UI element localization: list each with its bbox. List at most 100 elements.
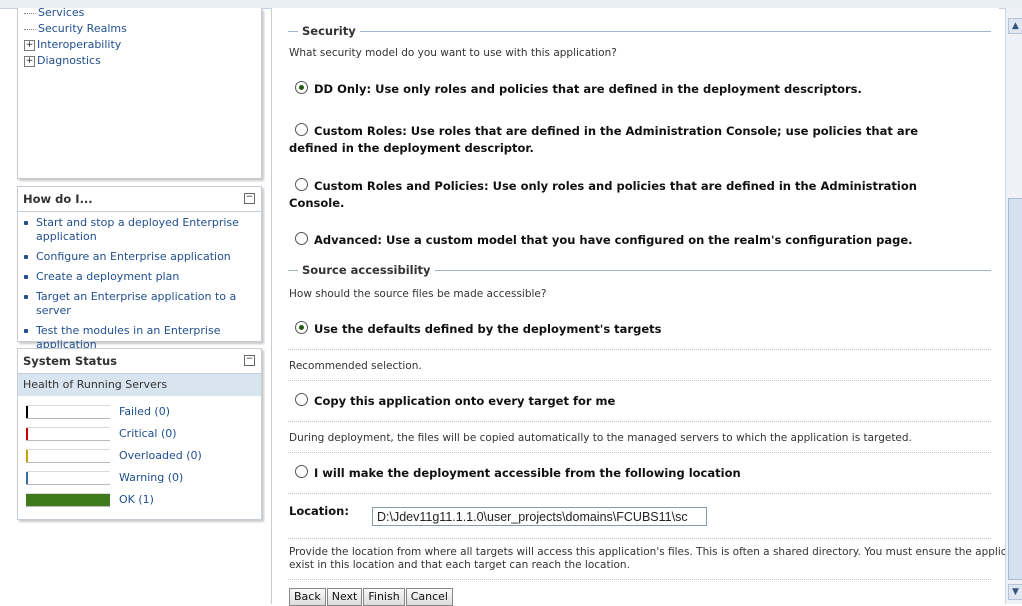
howdoi-link-target[interactable]: Target an Enterprise application to a se… bbox=[18, 290, 261, 318]
radio-label-cont: defined in the deployment descriptor. bbox=[289, 141, 534, 155]
status-bar-fill bbox=[26, 494, 110, 506]
status-bar-fill bbox=[26, 450, 28, 462]
status-row: OK (1) bbox=[26, 492, 256, 508]
security-question: What security model do you want to use w… bbox=[289, 47, 617, 59]
expand-icon[interactable]: + bbox=[24, 39, 35, 51]
dotted-separator bbox=[288, 349, 991, 350]
panel-title: System Status bbox=[23, 354, 117, 368]
dotted-separator bbox=[288, 421, 991, 422]
main-content: Security What security model do you want… bbox=[271, 8, 1022, 606]
tree-item-label: Diagnostics bbox=[37, 54, 101, 67]
radio-custom-roles-policies[interactable]: Custom Roles and Policies: Use only role… bbox=[289, 178, 917, 212]
radio-button[interactable] bbox=[295, 321, 308, 334]
status-bar-fill bbox=[26, 472, 28, 484]
section-divider bbox=[288, 31, 991, 32]
location-help: Provide the location from where all targ… bbox=[289, 546, 1022, 572]
help-line: Provide the location from where all targ… bbox=[289, 546, 1022, 558]
status-label[interactable]: Failed (0) bbox=[119, 404, 170, 420]
dotted-separator bbox=[288, 452, 991, 453]
scroll-down-icon[interactable]: ▼ bbox=[1008, 584, 1022, 600]
tree-item-label: Security Realms bbox=[38, 22, 127, 35]
section-title: Source accessibility bbox=[298, 263, 435, 277]
status-bar bbox=[26, 449, 110, 463]
radio-label: Use the defaults defined by the deployme… bbox=[314, 322, 662, 336]
dotted-separator bbox=[288, 493, 991, 494]
radio-dd-only[interactable]: DD Only: Use only roles and policies tha… bbox=[289, 81, 862, 98]
radio-label: DD Only: Use only roles and policies tha… bbox=[314, 82, 862, 96]
health-of-running-servers: Health of Running Servers bbox=[18, 374, 261, 396]
dotted-separator bbox=[288, 538, 991, 539]
radio-copy-to-targets[interactable]: Copy this application onto every target … bbox=[289, 393, 615, 410]
domain-structure-tree: Services Security Realms + Interoperabili… bbox=[17, 5, 262, 179]
status-row: Critical (0) bbox=[26, 426, 256, 442]
radio-button[interactable] bbox=[295, 178, 308, 191]
radio-label: Copy this application onto every target … bbox=[314, 394, 616, 408]
security-section-header: Security bbox=[288, 24, 991, 38]
status-label[interactable]: Overloaded (0) bbox=[119, 448, 202, 464]
status-bar bbox=[26, 493, 110, 507]
wizard-buttons: Back Next Finish Cancel bbox=[289, 588, 454, 606]
radio-label: Custom Roles: Use roles that are defined… bbox=[314, 124, 919, 138]
source-section-header: Source accessibility bbox=[288, 263, 991, 277]
tree-connector bbox=[24, 12, 36, 14]
howdoi-link-deployment-plan[interactable]: Create a deployment plan bbox=[18, 270, 261, 284]
radio-advanced[interactable]: Advanced: Use a custom model that you ha… bbox=[289, 232, 913, 249]
status-label[interactable]: Warning (0) bbox=[119, 470, 183, 486]
location-input[interactable]: D:\Jdev11g11.1.1.0\user_projects\domains… bbox=[372, 507, 707, 526]
location-label: Location: bbox=[289, 504, 349, 518]
howdoi-link-configure[interactable]: Configure an Enterprise application bbox=[18, 250, 261, 264]
status-bar-fill bbox=[26, 428, 28, 440]
radio-use-defaults[interactable]: Use the defaults defined by the deployme… bbox=[289, 321, 661, 338]
radio-label: I will make the deployment accessible fr… bbox=[314, 466, 741, 480]
status-label[interactable]: Critical (0) bbox=[119, 426, 177, 442]
radio-button[interactable] bbox=[295, 123, 308, 136]
panel-title: How do I... bbox=[23, 192, 93, 206]
radio-button[interactable] bbox=[295, 465, 308, 478]
next-button[interactable]: Next bbox=[326, 588, 363, 606]
status-bar-fill bbox=[26, 406, 28, 418]
radio-button[interactable] bbox=[295, 393, 308, 406]
help-line: exist in this location and that each tar… bbox=[289, 559, 630, 571]
tree-item-services[interactable]: Services bbox=[24, 5, 84, 21]
vertical-scrollbar[interactable]: ▲ ▼ bbox=[1005, 8, 1022, 604]
tree-item-diagnostics[interactable]: + Diagnostics bbox=[24, 53, 101, 69]
radio-label: Advanced: Use a custom model that you ha… bbox=[314, 233, 913, 247]
status-row: Failed (0) bbox=[26, 404, 256, 420]
how-do-i-list: Start and stop a deployed Enterprise app… bbox=[18, 216, 261, 352]
tree-item-label: Interoperability bbox=[37, 38, 122, 51]
status-bar bbox=[26, 405, 110, 419]
system-status-header: System Status − bbox=[18, 349, 261, 374]
status-bar bbox=[26, 427, 110, 441]
radio-label: Custom Roles and Policies: Use only role… bbox=[314, 179, 917, 193]
recommended-note: Recommended selection. bbox=[289, 360, 422, 372]
system-status-panel: System Status − Health of Running Server… bbox=[17, 348, 262, 520]
status-label[interactable]: OK (1) bbox=[119, 492, 154, 508]
back-button[interactable]: Back bbox=[289, 588, 326, 606]
expand-icon[interactable]: + bbox=[24, 55, 35, 67]
tree-item-security-realms[interactable]: Security Realms bbox=[24, 21, 127, 37]
finish-button[interactable]: Finish bbox=[363, 588, 405, 606]
status-row: Warning (0) bbox=[26, 470, 256, 486]
scroll-up-icon[interactable]: ▲ bbox=[1008, 18, 1022, 34]
radio-button[interactable] bbox=[295, 81, 308, 94]
radio-custom-roles[interactable]: Custom Roles: Use roles that are defined… bbox=[289, 123, 918, 157]
dotted-separator bbox=[288, 579, 991, 580]
section-title: Security bbox=[298, 24, 360, 38]
cancel-button[interactable]: Cancel bbox=[405, 588, 453, 606]
how-do-i-header: How do I... − bbox=[18, 187, 261, 212]
radio-button[interactable] bbox=[295, 232, 308, 245]
radio-label-cont: Console. bbox=[289, 196, 345, 210]
collapse-icon[interactable]: − bbox=[244, 193, 255, 204]
howdoi-link-start-stop[interactable]: Start and stop a deployed Enterprise app… bbox=[18, 216, 261, 244]
how-do-i-panel: How do I... − Start and stop a deployed … bbox=[17, 186, 262, 351]
status-bar bbox=[26, 471, 110, 485]
tree-connector bbox=[24, 28, 36, 30]
copy-note: During deployment, the files will be cop… bbox=[289, 432, 912, 444]
dotted-separator bbox=[288, 380, 991, 381]
tree-item-interoperability[interactable]: + Interoperability bbox=[24, 37, 121, 53]
source-question: How should the source files be made acce… bbox=[289, 288, 547, 300]
scroll-thumb[interactable] bbox=[1008, 198, 1022, 580]
status-row: Overloaded (0) bbox=[26, 448, 256, 464]
radio-manual-location[interactable]: I will make the deployment accessible fr… bbox=[289, 465, 741, 482]
collapse-icon[interactable]: − bbox=[244, 355, 255, 366]
